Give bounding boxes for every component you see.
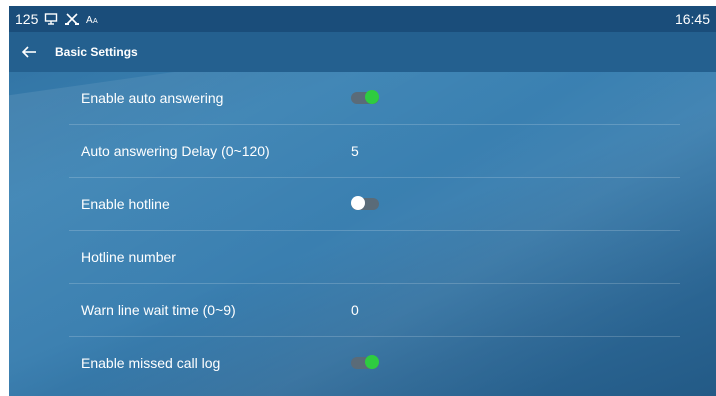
setting-warn-line-wait-time[interactable]: Warn line wait time (0~9) 0 — [69, 284, 680, 337]
toggle-knob — [365, 355, 379, 369]
back-button[interactable] — [9, 32, 49, 72]
setting-label: Enable missed call log — [81, 355, 221, 371]
arrow-left-icon — [21, 45, 37, 59]
svg-text:A: A — [93, 18, 98, 25]
hotline-toggle[interactable] — [351, 196, 379, 210]
page-title: Basic Settings — [55, 45, 138, 59]
setting-value: 5 — [351, 143, 359, 159]
header-bar: Basic Settings — [9, 32, 716, 72]
font-size-icon: AA — [86, 13, 102, 25]
setting-label: Warn line wait time (0~9) — [81, 302, 236, 318]
svg-text:A: A — [86, 15, 93, 25]
setting-label: Auto answering Delay (0~120) — [81, 143, 270, 159]
auto-answering-toggle[interactable] — [351, 90, 379, 104]
phone-screen: 125 AA 16:45 Basic Settings Enable auto … — [9, 6, 716, 396]
clock: 16:45 — [674, 11, 710, 27]
screen-share-icon — [44, 12, 58, 26]
network-icon — [64, 12, 80, 26]
missed-call-log-toggle[interactable] — [351, 355, 379, 369]
status-bar: 125 AA 16:45 — [9, 6, 716, 32]
settings-list: Enable auto answering Auto answering Del… — [69, 72, 680, 389]
setting-label: Enable auto answering — [81, 90, 224, 106]
toggle-knob — [351, 196, 365, 210]
setting-label: Enable hotline — [81, 196, 170, 212]
setting-label: Hotline number — [81, 249, 176, 265]
setting-enable-missed-call-log[interactable]: Enable missed call log — [69, 337, 680, 389]
extension-number: 125 — [15, 11, 39, 27]
toggle-knob — [365, 90, 379, 104]
setting-auto-answering-delay[interactable]: Auto answering Delay (0~120) 5 — [69, 125, 680, 178]
setting-value: 0 — [351, 302, 359, 318]
setting-hotline-number[interactable]: Hotline number — [69, 231, 680, 284]
setting-enable-hotline[interactable]: Enable hotline — [69, 178, 680, 231]
setting-enable-auto-answering[interactable]: Enable auto answering — [69, 72, 680, 125]
